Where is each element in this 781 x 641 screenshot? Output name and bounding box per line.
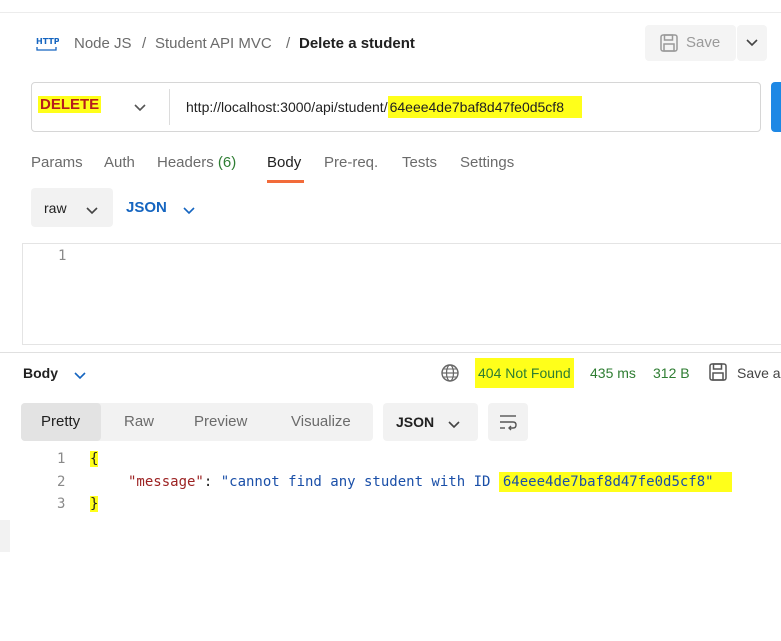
tab-tests[interactable]: Tests xyxy=(402,154,437,171)
json-close-brace: } xyxy=(90,496,99,512)
wrap-lines-icon xyxy=(500,415,517,431)
url-id: 64eee4de7baf8d47fe0d5cf8 xyxy=(387,96,582,118)
tab-headers-label: Headers xyxy=(157,154,214,171)
active-tab-indicator xyxy=(267,180,304,183)
body-type-label: raw xyxy=(44,200,67,216)
request-body-editor[interactable] xyxy=(22,243,781,345)
tab-headers[interactable]: Headers (6) xyxy=(157,154,236,171)
send-button[interactable] xyxy=(771,82,781,132)
tab-pretty[interactable]: Pretty xyxy=(41,413,80,430)
json-key: "message" xyxy=(128,474,204,490)
line-number: 1 xyxy=(58,248,67,264)
json-colon: : xyxy=(203,474,221,490)
pane-divider[interactable] xyxy=(0,352,781,353)
request-name[interactable]: Delete a student xyxy=(299,35,415,52)
tab-raw[interactable]: Raw xyxy=(124,413,154,430)
save-response-icon[interactable] xyxy=(708,362,728,387)
line-number: 2 xyxy=(57,474,66,490)
top-border xyxy=(0,0,781,13)
chevron-down-icon[interactable] xyxy=(133,101,147,119)
chevron-down-icon[interactable] xyxy=(74,368,86,386)
headers-count: (6) xyxy=(217,154,237,171)
tab-visualize[interactable]: Visualize xyxy=(291,413,351,430)
url-input[interactable]: http://localhost:3000/api/student/64eee4… xyxy=(186,96,582,118)
json-value-id: 64eee4de7baf8d47fe0d5cf8" xyxy=(498,472,732,492)
tab-params[interactable]: Params xyxy=(31,154,83,171)
save-options-button[interactable] xyxy=(737,25,767,61)
tab-preview[interactable]: Preview xyxy=(194,413,247,430)
breadcrumb-folder[interactable]: Student API MVC xyxy=(155,35,272,52)
json-value: "cannot find any student with ID xyxy=(220,474,499,490)
http-icon: HTTP xyxy=(35,34,60,54)
response-size[interactable]: 312 B xyxy=(653,365,690,381)
breadcrumb-collection[interactable]: Node JS xyxy=(74,35,132,52)
wrap-lines-button[interactable] xyxy=(488,403,528,441)
url-divider xyxy=(169,89,170,125)
save-response-button[interactable]: Save a xyxy=(737,365,781,381)
method-select[interactable]: DELETE xyxy=(38,96,102,113)
chevron-down-icon xyxy=(86,203,98,221)
url-base: http://localhost:3000/api/student/ xyxy=(186,99,388,115)
status-badge[interactable]: 404 Not Found xyxy=(475,358,574,388)
sidebar-edge xyxy=(0,520,10,552)
breadcrumb-separator: / xyxy=(286,35,291,52)
svg-text:HTTP: HTTP xyxy=(36,37,59,46)
response-section-select[interactable]: Body xyxy=(23,365,58,381)
chevron-down-icon xyxy=(746,39,758,47)
response-format-label: JSON xyxy=(396,414,435,430)
tab-auth[interactable]: Auth xyxy=(104,154,135,171)
tab-pre-request[interactable]: Pre-req. xyxy=(324,154,378,171)
chevron-down-icon xyxy=(448,417,460,435)
save-icon xyxy=(659,33,679,53)
save-label[interactable]: Save xyxy=(686,34,720,51)
tab-settings[interactable]: Settings xyxy=(460,154,514,171)
body-format-select[interactable]: JSON xyxy=(126,199,167,216)
json-open-brace: { xyxy=(90,451,99,467)
chevron-down-icon[interactable] xyxy=(183,203,195,221)
breadcrumb-separator: / xyxy=(142,35,147,52)
globe-icon[interactable] xyxy=(440,363,460,388)
line-number: 3 xyxy=(57,496,66,512)
response-time[interactable]: 435 ms xyxy=(590,365,636,381)
line-number: 1 xyxy=(57,451,66,467)
tab-body[interactable]: Body xyxy=(267,154,301,171)
json-line-message[interactable]: "message": "cannot find any student with… xyxy=(128,472,732,492)
